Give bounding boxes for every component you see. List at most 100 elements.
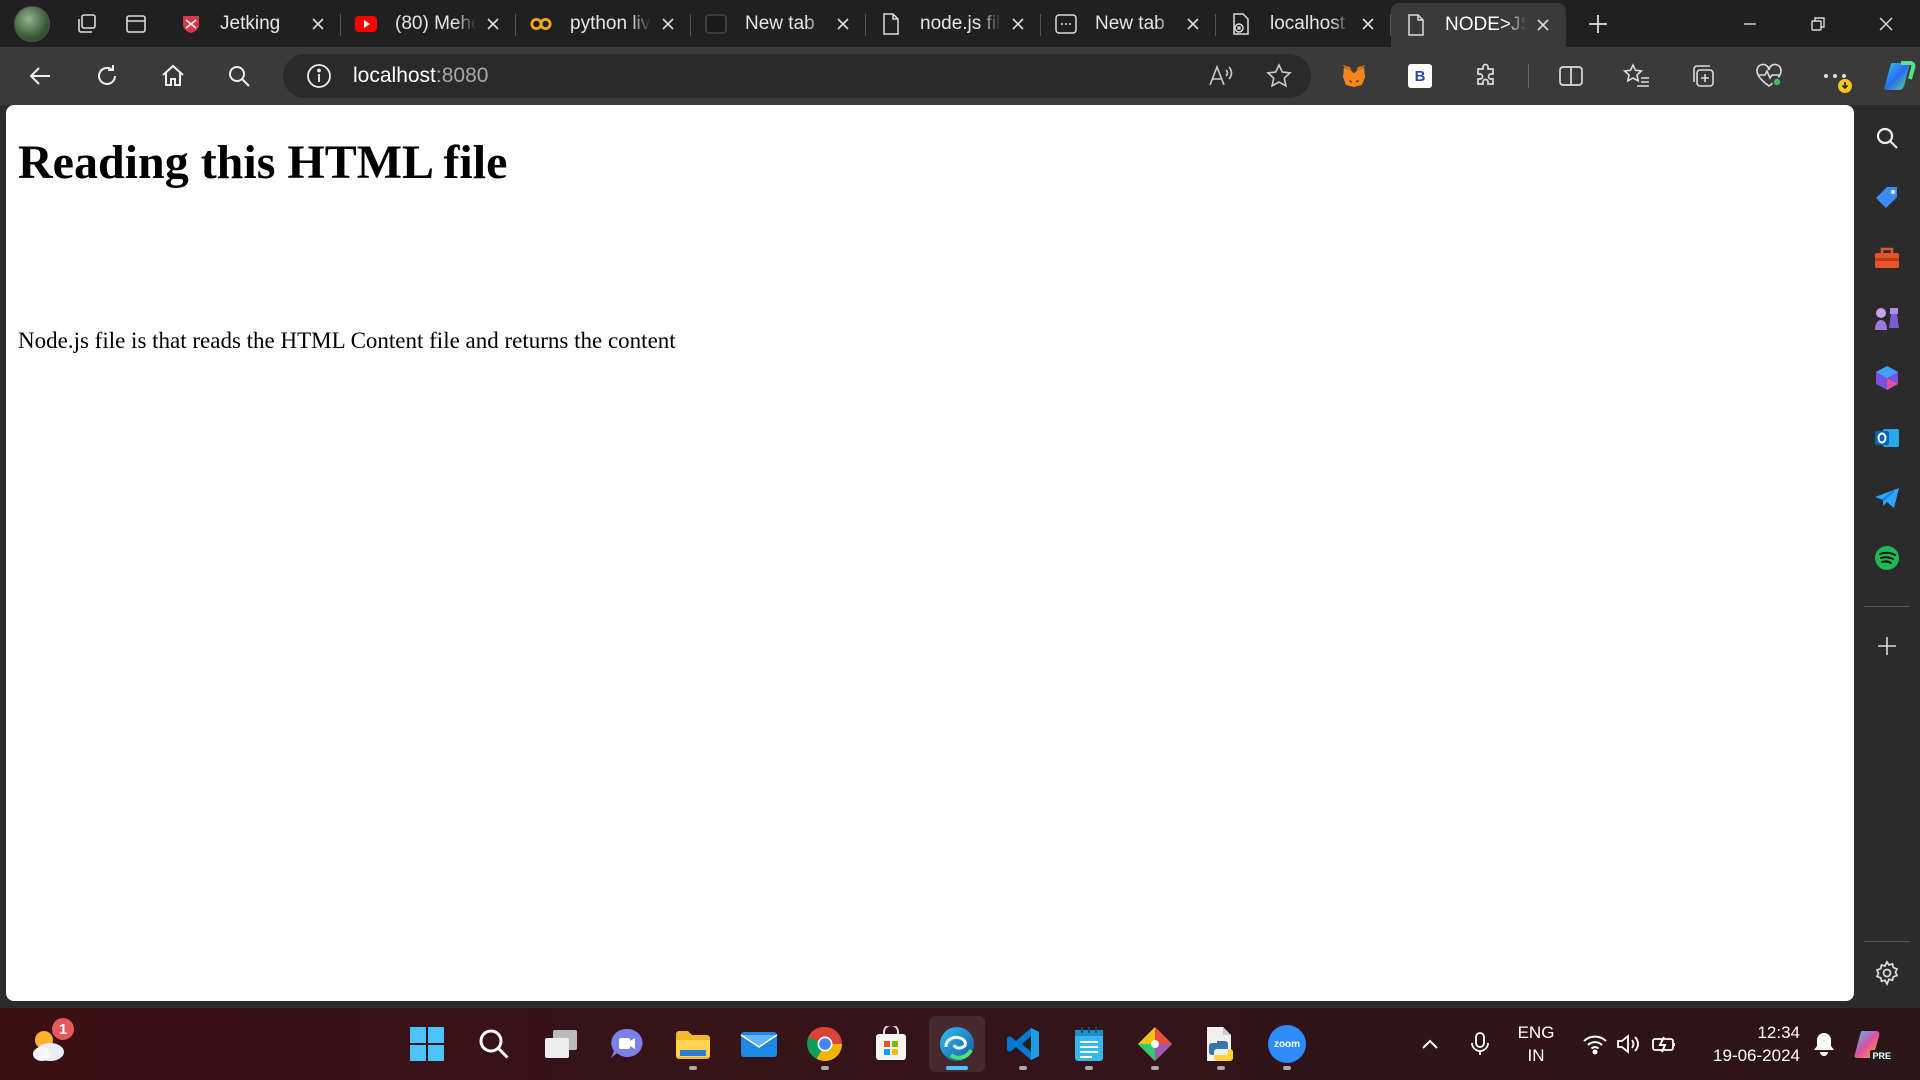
close-icon <box>1879 17 1893 30</box>
wifi-tray-icon[interactable] <box>1578 1008 1612 1080</box>
mail-button[interactable] <box>731 1016 787 1072</box>
chrome-button[interactable] <box>797 1016 853 1072</box>
refresh-button[interactable] <box>82 54 132 98</box>
clock-date: 19-06-2024 <box>1713 1046 1800 1065</box>
home-icon <box>162 64 184 86</box>
spotify-icon <box>1875 546 1899 570</box>
toolbox-icon <box>1875 247 1899 268</box>
chrome-icon <box>807 1026 842 1061</box>
new-tab-button[interactable] <box>1576 4 1620 44</box>
tab-nodejs-file[interactable]: node.js file <box>866 4 1041 44</box>
extensions-button[interactable] <box>1462 54 1510 98</box>
git-gui-button[interactable] <box>1127 1016 1183 1072</box>
tab-jetking[interactable]: Jetking <box>166 4 341 44</box>
b-extension-button[interactable]: B <box>1396 54 1444 98</box>
notepad-button[interactable] <box>1061 1016 1117 1072</box>
back-button[interactable] <box>16 54 66 98</box>
wifi-icon <box>1583 1035 1607 1055</box>
sidebar-tools-button[interactable] <box>1864 235 1910 281</box>
address-bar[interactable]: localhost:8080 <box>283 54 1311 98</box>
search-button[interactable] <box>214 54 264 98</box>
tab-new-tab[interactable]: New tab <box>691 4 866 44</box>
settings-and-more-button[interactable] <box>1811 54 1859 98</box>
puzzle-icon <box>1477 63 1494 85</box>
notifications-button[interactable] <box>1806 1008 1842 1080</box>
zoom-button[interactable]: zoom <box>1259 1016 1315 1072</box>
send-plane-icon <box>1875 488 1899 508</box>
toolbar-divider <box>1528 64 1529 88</box>
copilot-taskbar-button[interactable]: PRE <box>1848 1008 1896 1080</box>
tab-title: NODE>JS <box>1445 14 1526 35</box>
running-indicator <box>821 1066 829 1070</box>
minimize-button[interactable] <box>1716 0 1784 47</box>
sidebar-settings-button[interactable] <box>1864 950 1910 996</box>
store-bag-icon <box>876 1026 906 1060</box>
profile-avatar[interactable] <box>14 5 50 42</box>
tab-python-live[interactable]: python live <box>516 4 691 44</box>
read-aloud-button[interactable] <box>1199 54 1243 98</box>
clock[interactable]: 12:34 19-06-2024 <box>1692 1008 1800 1080</box>
taskbar-search-button[interactable] <box>466 1016 522 1072</box>
vscode-button[interactable] <box>995 1016 1051 1072</box>
sidebar-outlook-button[interactable] <box>1864 415 1910 461</box>
plus-icon <box>1589 14 1607 33</box>
speaker-icon <box>1617 1034 1639 1054</box>
workspaces-button[interactable] <box>64 4 108 44</box>
teams-chat-button[interactable] <box>599 1016 655 1072</box>
sidebar-search-button[interactable] <box>1864 115 1910 161</box>
read-aloud-icon <box>1209 64 1233 86</box>
sidebar-microsoft365-button[interactable] <box>1864 355 1910 401</box>
shopping-tag-icon <box>1876 187 1897 208</box>
tab-bar: Jetking (80) Mehendi python live New tab <box>0 0 1920 47</box>
sidebar-spotify-button[interactable] <box>1864 535 1910 581</box>
microphone-tray-icon[interactable] <box>1464 1008 1496 1080</box>
home-button[interactable] <box>148 54 198 98</box>
close-icon[interactable] <box>1357 13 1379 35</box>
bell-icon <box>1814 1033 1834 1056</box>
metamask-extension-button[interactable] <box>1330 54 1378 98</box>
file-explorer-button[interactable] <box>665 1016 721 1072</box>
close-icon[interactable] <box>1532 14 1554 36</box>
close-icon[interactable] <box>1007 13 1029 35</box>
tab-new-tab[interactable]: New tab <box>1041 4 1216 44</box>
site-info-icon[interactable] <box>305 62 333 90</box>
copilot-button[interactable] <box>1877 54 1920 98</box>
language-indicator[interactable]: ENG IN <box>1508 1008 1564 1080</box>
edge-button[interactable] <box>929 1016 985 1072</box>
show-hidden-icons-button[interactable] <box>1414 1008 1446 1080</box>
favorite-star-button[interactable] <box>1257 54 1301 98</box>
tab-node-js-active[interactable]: NODE>JS <box>1391 3 1566 47</box>
close-icon[interactable] <box>832 13 854 35</box>
volume-tray-icon[interactable] <box>1612 1008 1646 1080</box>
tab-localhost[interactable]: localhost <box>1216 4 1391 44</box>
split-screen-button[interactable] <box>1547 54 1595 98</box>
close-icon[interactable] <box>657 13 679 35</box>
close-icon[interactable] <box>307 13 329 35</box>
sidebar-add-button[interactable] <box>1864 623 1910 669</box>
browser-essentials-button[interactable] <box>1745 54 1793 98</box>
collections-button[interactable] <box>1679 54 1727 98</box>
url-text[interactable]: localhost:8080 <box>353 64 488 88</box>
close-icon[interactable] <box>1182 13 1204 35</box>
running-indicator <box>1151 1066 1159 1070</box>
sidebar-shopping-button[interactable] <box>1864 175 1910 221</box>
plus-icon <box>1878 637 1896 655</box>
weather-widget[interactable]: 1 <box>24 1018 76 1070</box>
workspaces-icon <box>78 13 96 33</box>
battery-tray-icon[interactable] <box>1648 1008 1682 1080</box>
outlook-icon <box>1875 429 1899 447</box>
python-idle-button[interactable] <box>1193 1016 1249 1072</box>
favorites-list-icon <box>1623 63 1649 87</box>
sidebar-games-button[interactable] <box>1864 295 1910 341</box>
zoom-icon: zoom <box>1268 1025 1306 1063</box>
restore-button[interactable] <box>1784 0 1852 47</box>
close-window-button[interactable] <box>1852 0 1920 47</box>
microsoft-store-button[interactable] <box>863 1016 919 1072</box>
close-icon[interactable] <box>482 13 504 35</box>
task-view-button[interactable] <box>533 1016 589 1072</box>
tab-actions-button[interactable] <box>114 4 158 44</box>
sidebar-telegram-button[interactable] <box>1864 475 1910 521</box>
favorites-button[interactable] <box>1613 54 1661 98</box>
start-button[interactable] <box>399 1016 455 1072</box>
tab-youtube[interactable]: (80) Mehendi <box>341 4 516 44</box>
